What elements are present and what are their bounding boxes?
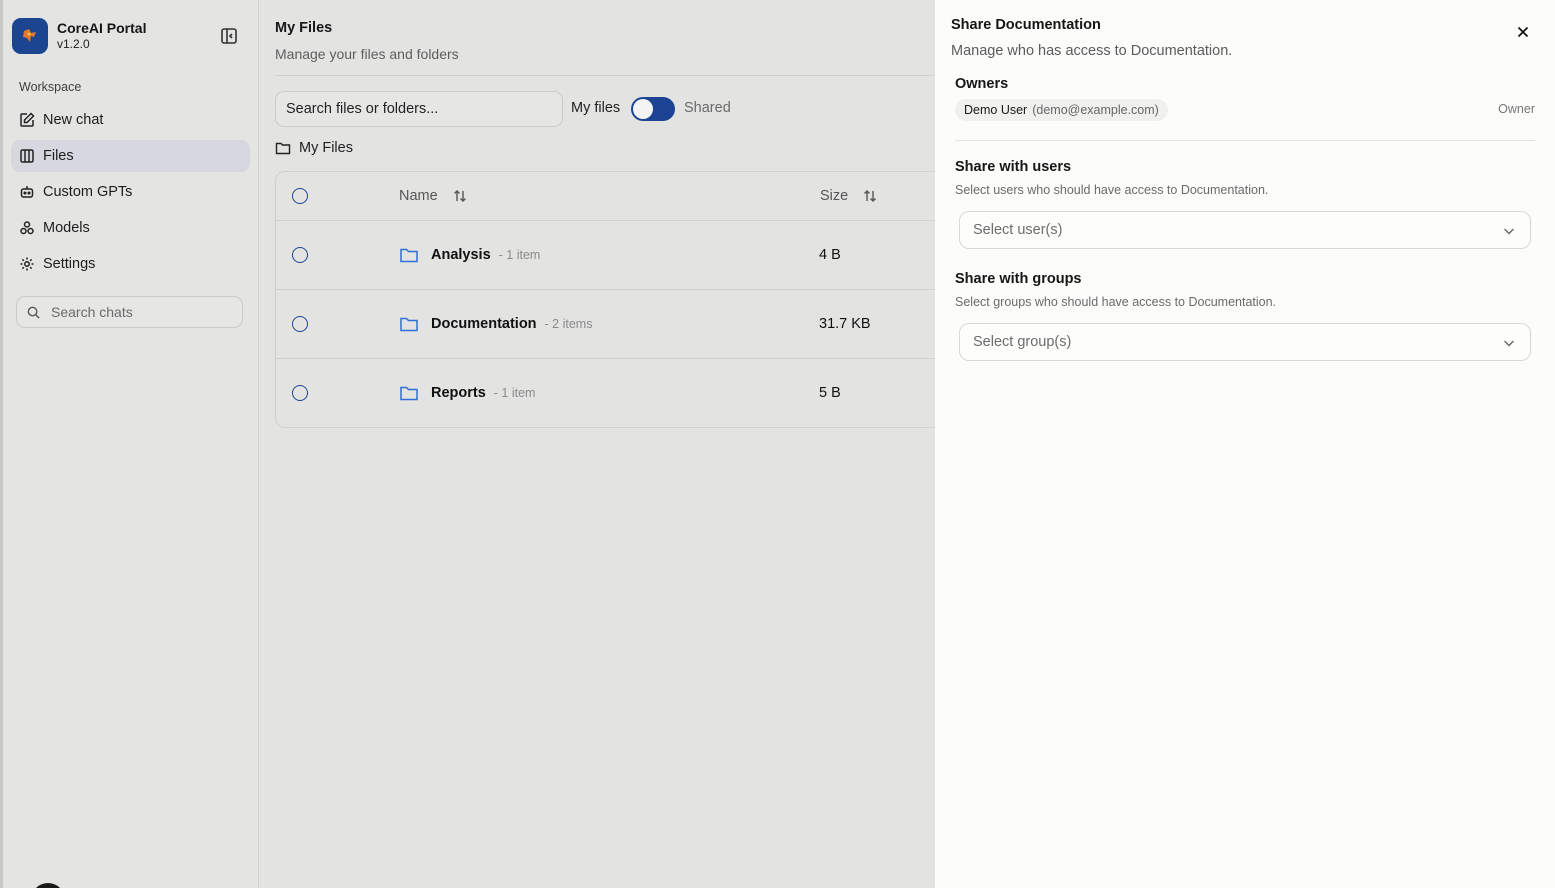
file-search-placeholder: Search files or folders... (286, 101, 439, 117)
owner-email: (demo@example.com) (1032, 103, 1159, 117)
item-count: - 1 item (493, 386, 536, 400)
sidebar-item-label: Models (43, 220, 90, 236)
main-content: My Files Manage your files and folders S… (259, 0, 935, 888)
bot-icon (20, 186, 34, 198)
sidebar-item-new-chat[interactable]: New chat (11, 104, 250, 136)
panel-divider (955, 140, 1535, 141)
sidebar: CoreAI Portal v1.2.0 Workspace New chat … (0, 0, 259, 888)
item-count: - 2 items (544, 317, 593, 331)
my-files-shared-toggle[interactable] (631, 97, 675, 121)
table-row[interactable]: Analysis - 1 item 4 B (276, 221, 935, 290)
search-icon (27, 306, 40, 319)
owner-chip: Demo User (demo@example.com) (955, 99, 1168, 121)
sort-icon[interactable] (862, 188, 878, 204)
app-title: CoreAI Portal (57, 20, 147, 36)
breadcrumb-label: My Files (299, 140, 353, 156)
column-size-label: Size (820, 188, 849, 204)
owners-label: Owners (955, 76, 1009, 92)
file-size: 4 B (819, 247, 841, 263)
toggle-my-files-label[interactable]: My files (571, 100, 620, 116)
files-icon (20, 149, 34, 163)
header-divider (275, 75, 935, 76)
files-table: Name Size Analysis - 1 item 4 B Document… (275, 171, 935, 428)
file-name[interactable]: Documentation (431, 316, 537, 332)
page-title: My Files (275, 20, 333, 36)
select-users-placeholder: Select user(s) (973, 222, 1063, 238)
sidebar-item-label: Custom GPTs (43, 184, 133, 200)
column-name-header[interactable]: Name (399, 188, 468, 204)
gear-icon (20, 257, 34, 271)
column-name-label: Name (399, 188, 438, 204)
sidebar-item-settings[interactable]: Settings (11, 248, 250, 280)
file-name[interactable]: Reports (431, 385, 486, 401)
folder-icon (400, 317, 418, 332)
select-groups-dropdown[interactable]: Select group(s) (959, 323, 1531, 361)
file-size: 31.7 KB (819, 316, 871, 332)
folder-icon (400, 248, 418, 263)
sidebar-nav: New chat Files Custom GPTs Models Settin… (11, 104, 250, 284)
select-groups-placeholder: Select group(s) (973, 334, 1072, 350)
row-checkbox[interactable] (292, 385, 308, 401)
sidebar-item-custom-gpts[interactable]: Custom GPTs (11, 176, 250, 208)
share-users-description: Select users who should have access to D… (955, 183, 1269, 197)
share-panel-title: Share Documentation (951, 17, 1101, 33)
table-row[interactable]: Reports - 1 item 5 B (276, 359, 935, 427)
owner-name: Demo User (964, 103, 1028, 117)
column-size-header[interactable]: Size (820, 188, 878, 204)
file-name[interactable]: Analysis (431, 247, 491, 263)
workspace-label: Workspace (19, 80, 82, 94)
close-icon[interactable] (1515, 24, 1531, 40)
page-subtitle: Manage your files and folders (275, 46, 459, 62)
breadcrumb[interactable]: My Files (275, 140, 353, 156)
models-icon (20, 221, 34, 235)
sort-icon[interactable] (452, 188, 468, 204)
sidebar-item-label: Files (43, 148, 74, 164)
app-logo (12, 18, 48, 54)
row-checkbox[interactable] (292, 316, 308, 332)
folder-icon (400, 386, 418, 401)
share-groups-description: Select groups who should have access to … (955, 295, 1277, 309)
chevron-down-icon (1504, 228, 1514, 235)
select-all-checkbox[interactable] (292, 188, 308, 204)
toggle-knob (633, 99, 653, 119)
share-panel: Share Documentation Manage who has acces… (935, 0, 1555, 888)
sidebar-item-files[interactable]: Files (11, 140, 250, 172)
toggle-shared-label[interactable]: Shared (684, 100, 731, 116)
folder-icon (275, 142, 291, 155)
sidebar-item-label: New chat (43, 112, 104, 128)
edit-icon (20, 112, 35, 127)
sidebar-item-models[interactable]: Models (11, 212, 250, 244)
share-groups-title: Share with groups (955, 271, 1082, 287)
share-panel-subtitle: Manage who has access to Documentation. (951, 43, 1233, 59)
file-search-input[interactable]: Search files or folders... (275, 91, 563, 127)
share-users-title: Share with users (955, 159, 1072, 175)
file-size: 5 B (819, 385, 841, 401)
app-version: v1.2.0 (57, 37, 90, 51)
owner-role: Owner (1498, 102, 1535, 116)
chevron-down-icon (1504, 340, 1514, 347)
select-users-dropdown[interactable]: Select user(s) (959, 211, 1531, 249)
search-chats-placeholder: Search chats (51, 304, 133, 320)
sidebar-collapse-icon[interactable] (220, 27, 238, 45)
table-header: Name Size (276, 172, 935, 221)
sidebar-item-label: Settings (43, 256, 96, 272)
table-row[interactable]: Documentation - 2 items 31.7 KB (276, 290, 935, 359)
brand[interactable]: CoreAI Portal v1.2.0 (12, 18, 146, 54)
item-count: - 1 item (498, 248, 541, 262)
search-chats-input[interactable]: Search chats (16, 296, 243, 328)
row-checkbox[interactable] (292, 247, 308, 263)
avatar[interactable] (31, 883, 65, 888)
